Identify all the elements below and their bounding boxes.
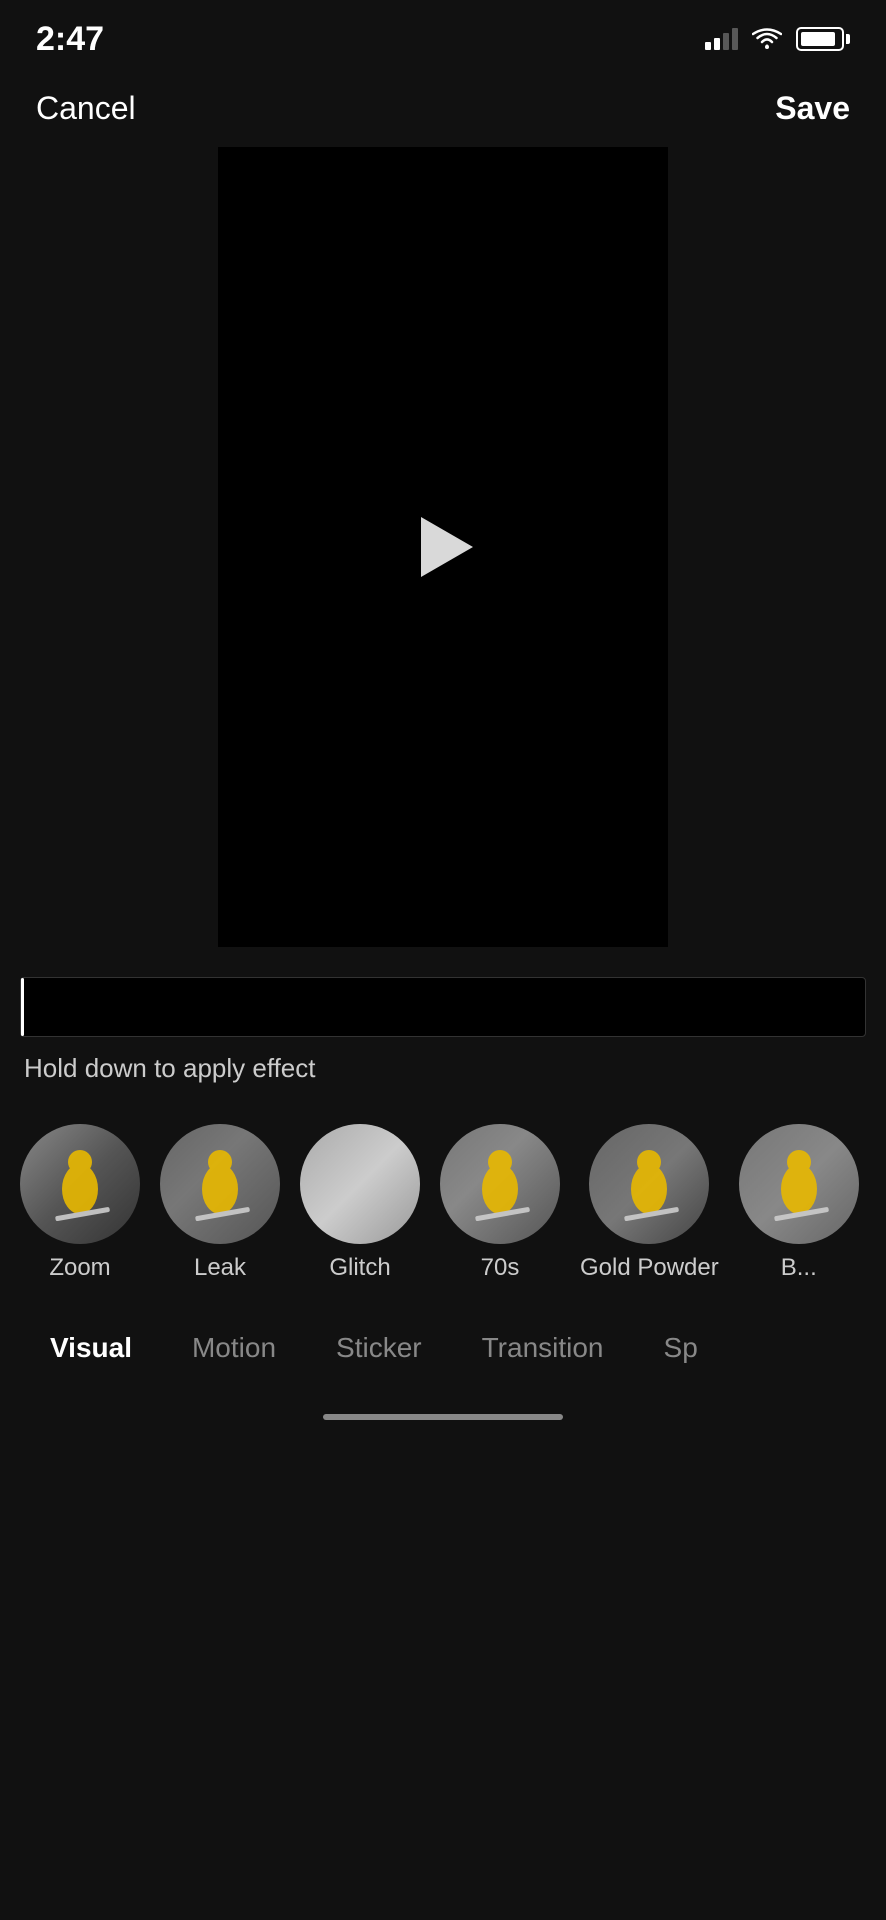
timeline-section: Hold down to apply effect (0, 947, 886, 1094)
status-time: 2:47 (36, 20, 104, 59)
effect-item-leak[interactable]: Leak (160, 1124, 280, 1282)
home-indicator (323, 1414, 563, 1420)
top-bar: Cancel Save (0, 70, 886, 147)
effect-label-leak: Leak (194, 1254, 246, 1282)
save-button[interactable]: Save (775, 90, 850, 127)
play-icon (421, 517, 473, 577)
hold-down-text: Hold down to apply effect (20, 1053, 866, 1084)
category-tabs: VisualMotionStickerTransitionSp (0, 1302, 886, 1394)
effect-thumb-goldpowder (589, 1124, 709, 1244)
video-preview[interactable] (218, 147, 668, 947)
effect-label-partial: B... (781, 1254, 817, 1282)
skier-icon (440, 1124, 560, 1244)
effect-item-glitch[interactable]: Glitch (300, 1124, 420, 1282)
status-bar: 2:47 (0, 0, 886, 70)
effect-item-goldpowder[interactable]: Gold Powder (580, 1124, 719, 1282)
effect-thumb-zoom (20, 1124, 140, 1244)
effect-label-glitch: Glitch (329, 1254, 390, 1282)
signal-bars-icon (705, 28, 738, 50)
play-button[interactable] (408, 512, 478, 582)
effect-label-zoom: Zoom (49, 1254, 110, 1282)
effect-item-zoom[interactable]: Zoom (20, 1124, 140, 1282)
tab-motion[interactable]: Motion (162, 1322, 306, 1374)
effect-thumb-leak (160, 1124, 280, 1244)
effect-thumb-glitch (300, 1124, 420, 1244)
skier-icon (20, 1124, 140, 1244)
effect-thumb-70s (440, 1124, 560, 1244)
tab-transition[interactable]: Transition (452, 1322, 634, 1374)
battery-icon (796, 27, 850, 51)
home-indicator-area (0, 1394, 886, 1430)
tab-sp[interactable]: Sp (634, 1322, 728, 1374)
tab-sticker[interactable]: Sticker (306, 1322, 452, 1374)
skier-icon (160, 1124, 280, 1244)
skier-icon (589, 1124, 709, 1244)
skier-icon (739, 1124, 859, 1244)
effect-item-70s[interactable]: 70s (440, 1124, 560, 1282)
effects-list: Zoom Leak Glitch 70s Gold Powder B... (0, 1094, 886, 1302)
tab-visual[interactable]: Visual (20, 1322, 162, 1374)
status-icons (705, 27, 850, 51)
cancel-button[interactable]: Cancel (36, 90, 136, 127)
effect-thumb-partial (739, 1124, 859, 1244)
effect-label-goldpowder: Gold Powder (580, 1254, 719, 1282)
effect-label-70s: 70s (481, 1254, 520, 1282)
timeline-bar[interactable] (20, 977, 866, 1037)
wifi-icon (752, 28, 782, 50)
timeline-indicator (21, 978, 24, 1036)
effect-item-partial[interactable]: B... (739, 1124, 859, 1282)
